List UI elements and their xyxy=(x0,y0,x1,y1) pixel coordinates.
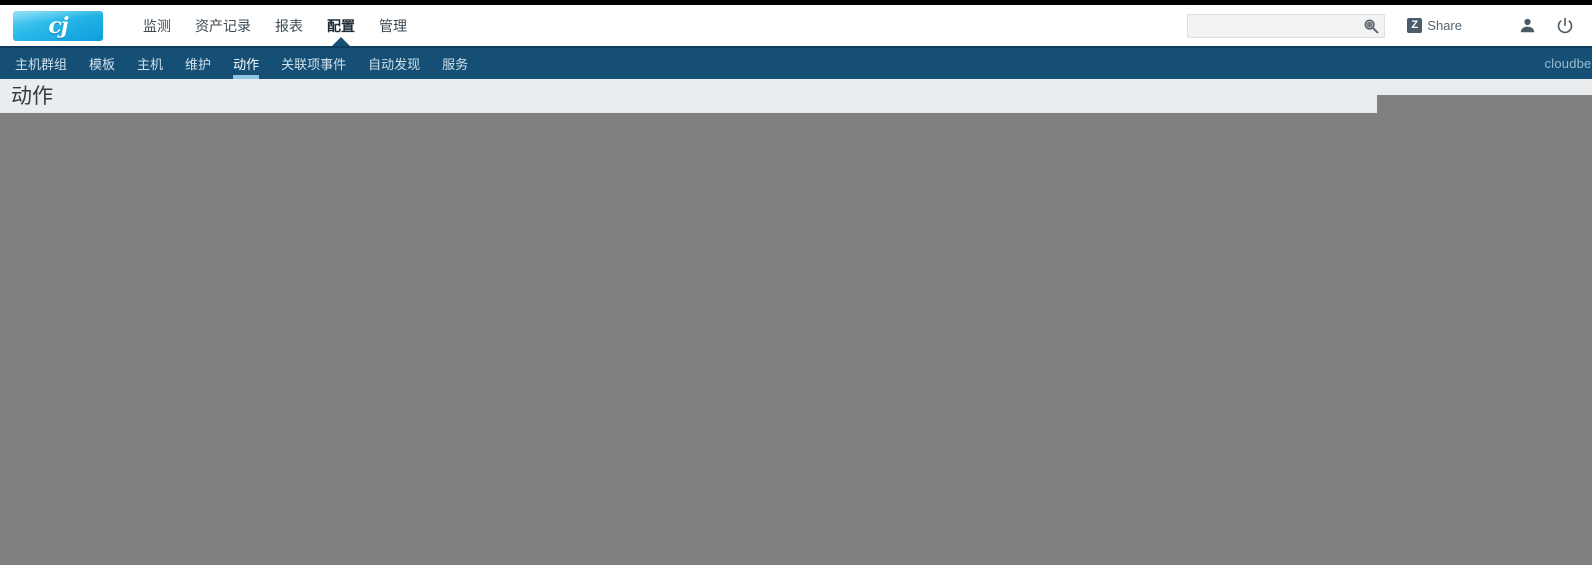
subnav-actions[interactable]: 动作 xyxy=(222,48,270,79)
subnav-maintenance[interactable]: 维护 xyxy=(174,48,222,79)
subnav-templates[interactable]: 模板 xyxy=(78,48,126,79)
subnav-services-label: 服务 xyxy=(442,57,469,72)
brand-label: cloudbest xyxy=(1544,56,1592,71)
search-icon[interactable] xyxy=(1362,17,1380,35)
subnav-host-groups[interactable]: 主机群组 xyxy=(4,48,78,79)
menu-monitoring[interactable]: 监测 xyxy=(131,5,183,46)
subnav-correlation[interactable]: 关联项事件 xyxy=(270,48,357,79)
menu-inventory[interactable]: 资产记录 xyxy=(183,5,263,46)
header-right-cluster: Z Share xyxy=(1187,5,1592,46)
subnav-hosts-label: 主机 xyxy=(137,57,164,72)
search-box xyxy=(1187,13,1386,38)
menu-monitoring-label: 监测 xyxy=(143,17,171,34)
overlay-dim-right xyxy=(1377,95,1592,113)
menu-configuration-label: 配置 xyxy=(327,17,355,34)
power-icon[interactable] xyxy=(1552,13,1578,39)
subnav-correlation-label: 关联项事件 xyxy=(281,57,347,72)
menu-configuration[interactable]: 配置 xyxy=(315,5,367,47)
subnav-discovery[interactable]: 自动发现 xyxy=(357,48,431,79)
main-menu: 监测 资产记录 报表 配置 管理 xyxy=(131,5,419,47)
share-label: Share xyxy=(1427,18,1462,33)
app-root: cj 监测 资产记录 报表 配置 管理 Z Share 主机群组 模板 主机 维… xyxy=(0,0,1592,565)
page-title: 动作 xyxy=(11,85,53,108)
app-header: cj 监测 资产记录 报表 配置 管理 Z Share xyxy=(0,5,1592,47)
user-icon[interactable] xyxy=(1514,13,1540,39)
subnav-templates-label: 模板 xyxy=(89,57,116,72)
menu-inventory-label: 资产记录 xyxy=(195,17,251,34)
overlay-dim-main xyxy=(0,113,1592,565)
search-input[interactable] xyxy=(1187,13,1386,38)
menu-reports-label: 报表 xyxy=(275,17,303,34)
subnav-services[interactable]: 服务 xyxy=(431,48,479,79)
logo-glyph: cj xyxy=(48,12,68,39)
sub-navigation: 主机群组 模板 主机 维护 动作 关联项事件 自动发现 服务 cloudbest xyxy=(0,46,1592,79)
subnav-maintenance-label: 维护 xyxy=(185,57,212,72)
subnav-host-groups-label: 主机群组 xyxy=(15,57,68,72)
menu-reports[interactable]: 报表 xyxy=(263,5,315,46)
cj-logo[interactable]: cj xyxy=(13,10,103,41)
subnav-discovery-label: 自动发现 xyxy=(368,57,421,72)
page-title-band: 动作 xyxy=(0,79,1592,113)
menu-administration-label: 管理 xyxy=(379,17,407,34)
menu-administration[interactable]: 管理 xyxy=(367,5,419,46)
subnav-hosts[interactable]: 主机 xyxy=(126,48,174,79)
subnav-actions-label: 动作 xyxy=(233,57,260,72)
share-button[interactable]: Z Share xyxy=(1407,18,1462,33)
share-badge-icon: Z xyxy=(1407,18,1423,33)
